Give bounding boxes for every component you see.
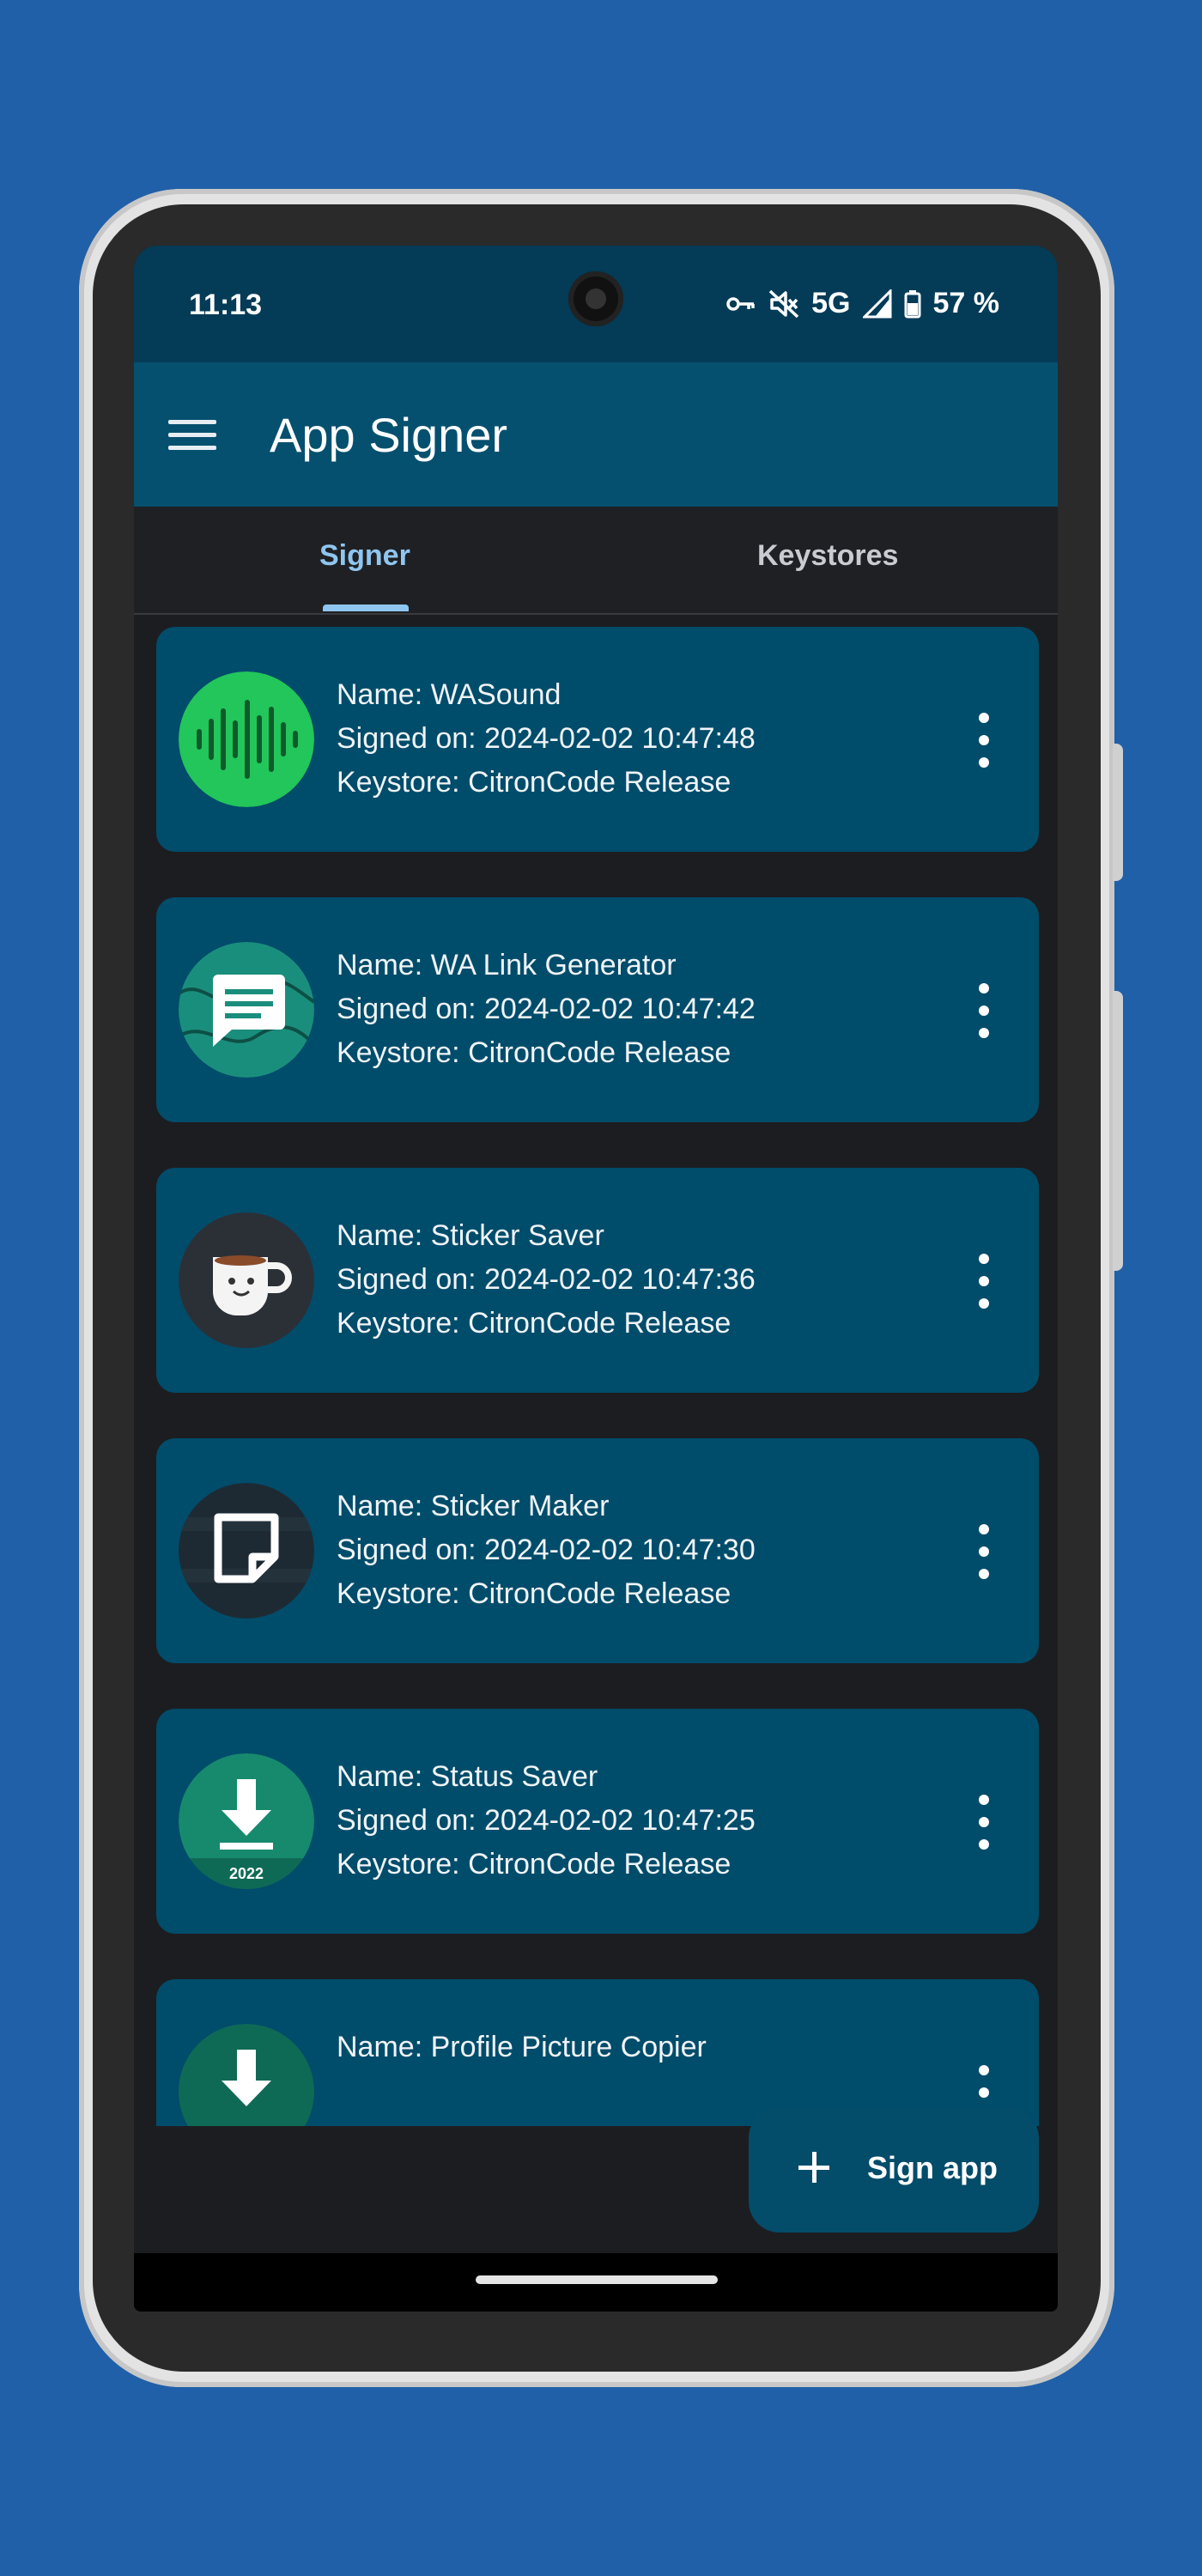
plus-icon (793, 2147, 835, 2188)
app-info: Name: WA Link Generator Signed on: 2024-… (337, 944, 756, 1075)
tab-indicator (323, 605, 409, 611)
signed-app-card[interactable]: 2022 Name: Status Saver Signed on: 2024-… (156, 1709, 1039, 1934)
app-info: Name: Profile Picture Copier (337, 2026, 707, 2069)
network-type: 5G (811, 287, 851, 319)
coffee-cup-icon (179, 1212, 314, 1348)
icon-year-label: 2022 (229, 1865, 264, 1882)
app-name: Name: Status Saver (337, 1760, 598, 1793)
status-time: 11:13 (189, 289, 263, 321)
status-bar: 11:13 5G 57 % (134, 246, 1058, 362)
app-info: Name: Status Saver Signed on: 2024-02-02… (337, 1755, 756, 1886)
app-title: App Signer (270, 408, 508, 462)
chat-bubble-icon (179, 942, 314, 1078)
tab-keystores[interactable]: Keystores (757, 539, 898, 573)
signed-date: Signed on: 2024-02-02 10:47:30 (337, 1534, 756, 1566)
power-button (1113, 744, 1123, 881)
tab-bar: Signer Keystores (134, 507, 1058, 615)
sticker-icon (179, 1483, 314, 1619)
front-camera (568, 271, 623, 326)
vpn-key-icon (726, 296, 755, 311)
keystore-name: Keystore: CitronCode Release (337, 1577, 732, 1610)
more-options-icon[interactable] (967, 1254, 1001, 1309)
more-options-icon[interactable] (967, 713, 1001, 768)
signed-app-card[interactable]: Name: Profile Picture Copier (156, 1979, 1039, 2126)
status-icons: 5G 57 % (725, 287, 999, 320)
app-info: Name: WASound Signed on: 2024-02-02 10:4… (337, 673, 756, 805)
app-info: Name: Sticker Maker Signed on: 2024-02-0… (337, 1485, 756, 1616)
signed-date: Signed on: 2024-02-02 10:47:42 (337, 993, 756, 1025)
sign-app-button[interactable]: Sign app (749, 2107, 1039, 2233)
keystore-name: Keystore: CitronCode Release (337, 1036, 732, 1069)
signed-date: Signed on: 2024-02-02 10:47:48 (337, 722, 756, 755)
sound-wave-icon (179, 671, 314, 807)
home-indicator[interactable] (476, 2275, 718, 2284)
app-name: Name: Sticker Maker (337, 1490, 610, 1522)
keystore-name: Keystore: CitronCode Release (337, 1848, 732, 1880)
mute-icon (768, 289, 799, 318)
download-icon: 2022 (179, 1753, 314, 1889)
keystore-name: Keystore: CitronCode Release (337, 766, 732, 799)
signal-icon (862, 289, 891, 318)
signed-date: Signed on: 2024-02-02 10:47:25 (337, 1804, 756, 1837)
more-options-icon[interactable] (967, 983, 1001, 1038)
keystore-name: Keystore: CitronCode Release (337, 1307, 732, 1340)
tab-signer[interactable]: Signer (319, 539, 410, 573)
app-bar: App Signer (134, 362, 1058, 507)
signed-app-card[interactable]: Name: Sticker Maker Signed on: 2024-02-0… (156, 1438, 1039, 1663)
app-name: Name: Sticker Saver (337, 1219, 604, 1252)
screen: 11:13 5G 57 % App Signer Signer Keystore… (134, 246, 1058, 2312)
app-info: Name: Sticker Saver Signed on: 2024-02-0… (337, 1214, 756, 1346)
battery-level: 57 % (932, 287, 1000, 319)
download-icon (179, 2024, 314, 2126)
signed-app-card[interactable]: Name: WA Link Generator Signed on: 2024-… (156, 897, 1039, 1122)
more-options-icon[interactable] (967, 1524, 1001, 1579)
hamburger-menu-icon[interactable] (168, 410, 216, 459)
signed-app-card[interactable]: Name: WASound Signed on: 2024-02-02 10:4… (156, 627, 1039, 852)
volume-button (1113, 991, 1123, 1271)
signed-app-card[interactable]: Name: Sticker Saver Signed on: 2024-02-0… (156, 1168, 1039, 1393)
signed-date: Signed on: 2024-02-02 10:47:36 (337, 1263, 756, 1296)
sign-app-label: Sign app (867, 2150, 998, 2185)
app-name: Name: Profile Picture Copier (337, 2031, 707, 2063)
app-name: Name: WA Link Generator (337, 949, 677, 981)
battery-icon (904, 289, 920, 318)
app-name: Name: WASound (337, 678, 562, 711)
more-options-icon[interactable] (967, 1795, 1001, 1850)
signed-app-list: Name: WASound Signed on: 2024-02-02 10:4… (134, 615, 1058, 2126)
